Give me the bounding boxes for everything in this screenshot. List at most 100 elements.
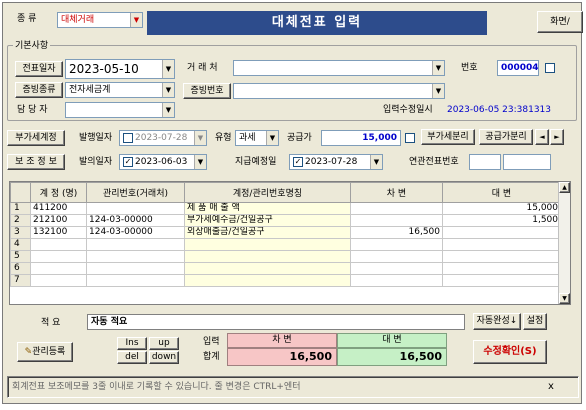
mgmt-no-cell[interactable] bbox=[86, 274, 185, 287]
table-row[interactable]: 6 bbox=[10, 262, 561, 275]
next-arrow-button[interactable]: ► bbox=[550, 129, 564, 145]
due-date-label: 지급예정일 bbox=[235, 157, 277, 167]
related-field-1[interactable] bbox=[469, 154, 501, 170]
mgmt-no-cell[interactable]: 124-03-00000 bbox=[86, 226, 185, 239]
issue-date-checkbox[interactable] bbox=[123, 132, 133, 143]
debit-cell[interactable]: 16,500 bbox=[350, 226, 443, 239]
mgmt-register-button[interactable]: ✎관리등록 bbox=[17, 342, 73, 362]
supply-split-button[interactable]: 공급가분리 bbox=[479, 129, 533, 145]
number-field[interactable]: 000004 bbox=[497, 60, 539, 76]
account-cell[interactable] bbox=[30, 262, 87, 275]
account-cell[interactable]: 212100 bbox=[30, 214, 87, 227]
table-row[interactable]: 7 bbox=[10, 274, 561, 287]
account-cell[interactable] bbox=[30, 274, 87, 287]
account-name-cell[interactable]: 제 품 매 출 액 bbox=[184, 202, 351, 215]
type-select[interactable]: 과세 ▼ bbox=[235, 130, 279, 146]
supply-label: 공급가 bbox=[287, 133, 312, 143]
mgmt-no-cell[interactable] bbox=[86, 202, 185, 215]
issue-date-field[interactable]: 2023-07-28 ▼ bbox=[119, 130, 207, 146]
chevron-down-icon[interactable]: ▼ bbox=[194, 131, 206, 145]
evidence-no-select[interactable]: ▼ bbox=[233, 83, 445, 99]
chevron-down-icon[interactable]: ▼ bbox=[266, 131, 278, 145]
account-name-cell[interactable] bbox=[184, 262, 351, 275]
supply-checkbox[interactable] bbox=[405, 133, 415, 143]
evidence-type-select[interactable]: 전자세금계 ▼ bbox=[65, 82, 175, 98]
supply-field[interactable]: 15,000 bbox=[321, 130, 401, 146]
chevron-down-icon[interactable]: ▼ bbox=[432, 61, 444, 75]
chevron-down-icon[interactable]: ▼ bbox=[194, 155, 206, 169]
account-name-cell[interactable] bbox=[184, 274, 351, 287]
account-name-cell[interactable]: 외상매출금/건일공구 bbox=[184, 226, 351, 239]
account-name-cell[interactable] bbox=[184, 238, 351, 251]
close-icon[interactable]: x bbox=[548, 380, 554, 394]
debit-cell[interactable] bbox=[350, 262, 443, 275]
account-name-cell[interactable]: 부가세예수금/건일공구 bbox=[184, 214, 351, 227]
account-cell[interactable] bbox=[30, 238, 87, 251]
credit-header[interactable]: 대 변 bbox=[442, 182, 561, 203]
debit-cell[interactable] bbox=[350, 214, 443, 227]
client-select[interactable]: ▼ bbox=[233, 60, 445, 76]
account-cell[interactable]: 132100 bbox=[30, 226, 87, 239]
scroll-down-icon[interactable]: ▼ bbox=[559, 293, 570, 304]
debit-cell[interactable] bbox=[350, 274, 443, 287]
mgmt-no-cell[interactable] bbox=[86, 250, 185, 263]
credit-cell[interactable] bbox=[442, 238, 561, 251]
type-label: 유형 bbox=[215, 133, 232, 143]
evidence-type-value: 전자세금계 bbox=[69, 85, 111, 95]
delete-row-button[interactable]: del bbox=[117, 351, 147, 364]
settings-button[interactable]: 설정 bbox=[523, 313, 547, 330]
category-select[interactable]: 대체거래 ▼ bbox=[57, 12, 143, 28]
mgmt-no-cell[interactable] bbox=[86, 262, 185, 275]
date-field[interactable]: 2023-05-10 ▼ bbox=[65, 59, 175, 79]
account-cell[interactable]: 411200 bbox=[30, 202, 87, 215]
table-row[interactable]: 5 bbox=[10, 250, 561, 263]
scroll-up-icon[interactable]: ▲ bbox=[559, 182, 570, 193]
mgmt-no-cell[interactable] bbox=[86, 238, 185, 251]
screen-button[interactable]: 화면/ bbox=[537, 11, 583, 33]
credit-cell[interactable] bbox=[442, 226, 561, 239]
confirm-button[interactable]: 수정확인(S) bbox=[473, 340, 547, 364]
auto-complete-button[interactable]: 자동완성↓ bbox=[473, 313, 521, 330]
table-row[interactable]: 1 411200 제 품 매 출 액 15,000 bbox=[10, 202, 561, 215]
debit-cell[interactable] bbox=[350, 202, 443, 215]
debit-cell[interactable] bbox=[350, 250, 443, 263]
table-row[interactable]: 3 132100 124-03-00000 외상매출금/건일공구 16,500 bbox=[10, 226, 561, 239]
number-checkbox[interactable] bbox=[545, 63, 555, 73]
mgmt-no-header[interactable]: 관리번호(거래처) bbox=[86, 182, 185, 203]
chevron-down-icon[interactable]: ▼ bbox=[432, 84, 444, 98]
grid-scrollbar[interactable]: ▲ ▼ bbox=[558, 182, 570, 304]
credit-cell[interactable] bbox=[442, 274, 561, 287]
debit-cell[interactable] bbox=[350, 238, 443, 251]
memo-field[interactable]: 자동 적요 bbox=[87, 314, 465, 330]
credit-cell[interactable] bbox=[442, 262, 561, 275]
account-cell[interactable] bbox=[30, 250, 87, 263]
vat-split-button[interactable]: 부가세분리 bbox=[421, 129, 475, 145]
debit-total-header: 차 변 bbox=[227, 333, 337, 348]
credit-cell[interactable] bbox=[442, 250, 561, 263]
related-field-2[interactable] bbox=[503, 154, 551, 170]
due-date-field[interactable]: ✓ 2023-07-28 ▼ bbox=[289, 154, 383, 170]
insert-row-button[interactable]: Ins bbox=[117, 337, 147, 350]
chevron-down-icon[interactable]: ▼ bbox=[162, 60, 174, 78]
row-down-button[interactable]: down bbox=[149, 351, 179, 364]
row-up-button[interactable]: up bbox=[149, 337, 179, 350]
credit-cell[interactable]: 1,500 bbox=[442, 214, 561, 227]
account-name-cell[interactable] bbox=[184, 250, 351, 263]
account-header[interactable]: 계 정 (명) bbox=[30, 182, 87, 203]
table-row[interactable]: 4 bbox=[10, 238, 561, 251]
account-name-header[interactable]: 계정/관리번호명칭 bbox=[184, 182, 351, 203]
credit-cell[interactable]: 15,000 bbox=[442, 202, 561, 215]
chevron-down-icon[interactable]: ▼ bbox=[162, 103, 174, 117]
debit-header[interactable]: 차 변 bbox=[350, 182, 443, 203]
table-row[interactable]: 2 212100 124-03-00000 부가세예수금/건일공구 1,500 bbox=[10, 214, 561, 227]
chevron-down-icon[interactable]: ▼ bbox=[162, 83, 174, 97]
occur-date-field[interactable]: ✓ 2023-06-03 ▼ bbox=[119, 154, 207, 170]
manager-select[interactable]: ▼ bbox=[65, 102, 175, 118]
mgmt-no-cell[interactable]: 124-03-00000 bbox=[86, 214, 185, 227]
chevron-down-icon[interactable]: ▼ bbox=[370, 155, 382, 169]
page-title: 대체전표 입력 bbox=[147, 11, 487, 35]
due-date-checkbox[interactable]: ✓ bbox=[293, 156, 303, 167]
occur-date-checkbox[interactable]: ✓ bbox=[123, 156, 133, 167]
prev-arrow-button[interactable]: ◄ bbox=[535, 129, 549, 145]
chevron-down-icon[interactable]: ▼ bbox=[130, 13, 142, 27]
